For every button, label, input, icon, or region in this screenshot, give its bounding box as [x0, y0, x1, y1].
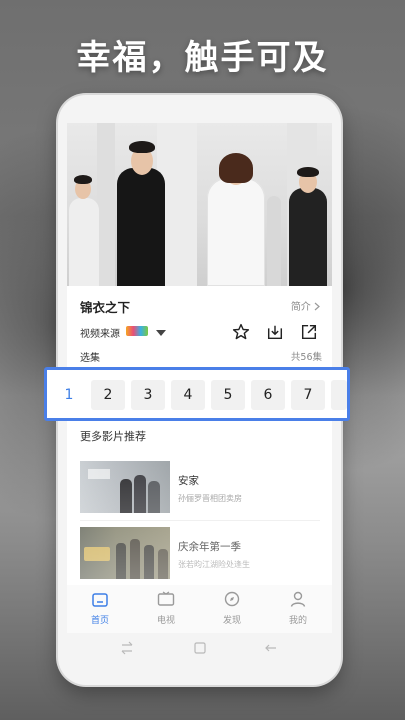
episodes-header: 选集 共56集 — [80, 349, 322, 364]
user-icon — [290, 591, 306, 607]
source-logo-icon[interactable] — [126, 326, 148, 336]
intro-label: 简介 — [290, 302, 311, 313]
home-button-icon[interactable] — [193, 641, 207, 655]
tab-label: 首页 — [90, 616, 109, 626]
caret-down-icon[interactable] — [156, 330, 166, 336]
episode-button[interactable]: 3 — [131, 380, 165, 410]
episode-selector: 1 2 3 4 5 6 7 — [44, 367, 350, 421]
recommendation-thumbnail — [80, 527, 170, 579]
episode-button[interactable]: 5 — [211, 380, 245, 410]
intro-link[interactable]: 简介 — [291, 298, 320, 313]
source-label: 视频来源 — [80, 329, 120, 340]
divider — [80, 520, 320, 521]
bottom-tab-bar: 首页 电视 发现 我的 — [67, 585, 332, 633]
recommendation-name: 庆余年第一季 — [178, 541, 241, 553]
episode-button[interactable]: 4 — [171, 380, 205, 410]
recommendation-thumbnail — [80, 461, 170, 513]
chevron-right-icon — [314, 302, 320, 311]
tab-home[interactable]: 首页 — [75, 591, 125, 631]
recent-apps-icon[interactable] — [120, 641, 134, 655]
recommendation-desc: 张若昀江湖险处逢生 — [178, 560, 250, 569]
download-icon[interactable] — [266, 323, 284, 341]
recommendation-name: 安家 — [178, 475, 199, 487]
recommendation-item[interactable]: 安家 孙俪罗晋相团卖房 — [80, 461, 320, 515]
show-title: 锦衣之下 — [80, 300, 131, 315]
tab-tv[interactable]: 电视 — [141, 591, 191, 631]
episode-button[interactable]: 1 — [52, 380, 86, 410]
tab-label: 电视 — [156, 616, 175, 626]
promo-headline: 幸福，触手可及 — [76, 38, 329, 78]
episodes-total: 共56集 — [290, 352, 322, 363]
back-icon[interactable] — [264, 641, 278, 655]
source-row: 视频来源 — [80, 323, 322, 345]
share-icon[interactable] — [300, 323, 318, 341]
compass-icon — [224, 591, 240, 607]
recommendation-desc: 孙俪罗晋相团卖房 — [178, 494, 242, 503]
episode-button[interactable]: 2 — [91, 380, 125, 410]
tab-label: 我的 — [288, 616, 307, 626]
tv-icon — [157, 591, 175, 606]
episode-button-partial[interactable] — [331, 380, 347, 410]
tab-discover[interactable]: 发现 — [207, 591, 257, 631]
home-icon — [92, 593, 108, 607]
episode-button[interactable]: 6 — [251, 380, 285, 410]
poster-image[interactable] — [67, 123, 332, 286]
show-title-row: 锦衣之下 简介 — [80, 297, 320, 315]
system-nav-bar — [58, 633, 341, 663]
episodes-label: 选集 — [80, 353, 100, 364]
star-icon[interactable] — [232, 323, 250, 341]
episode-button[interactable]: 7 — [291, 380, 325, 410]
tab-label: 发现 — [222, 616, 241, 626]
tab-me[interactable]: 我的 — [273, 591, 323, 631]
recommendations-title: 更多影片推荐 — [80, 430, 146, 443]
recommendation-item[interactable]: 庆余年第一季 张若昀江湖险处逢生 — [80, 527, 320, 581]
